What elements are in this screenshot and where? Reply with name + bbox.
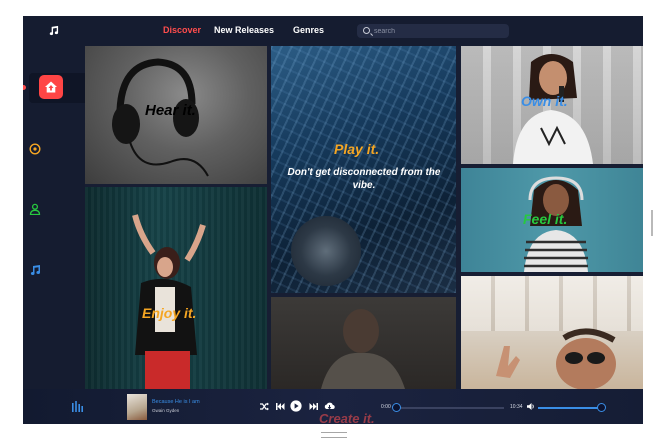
nav-genres[interactable]: Genres <box>293 25 324 35</box>
album-art-thumbnail[interactable] <box>127 394 147 420</box>
tile-label: Play it. <box>334 141 380 157</box>
turntable-image <box>291 216 361 286</box>
tile-play-it[interactable]: Play it. Don't get disconnected from the… <box>271 46 456 293</box>
progress-bar[interactable] <box>396 407 504 409</box>
track-artist[interactable]: Gwain Gyden <box>152 408 179 413</box>
music-note-icon[interactable] <box>47 25 59 37</box>
home-icon <box>45 81 57 93</box>
search-box <box>357 24 509 38</box>
next-icon[interactable] <box>309 402 318 411</box>
window-frame: Discover New Releases Genres search Hear… <box>0 0 658 445</box>
user-icon[interactable] <box>29 203 41 215</box>
shuffle-icon[interactable] <box>260 402 269 411</box>
track-title[interactable]: Because He is I am <box>152 399 200 405</box>
tile-create-it[interactable] <box>271 297 456 389</box>
previous-icon[interactable] <box>276 402 285 411</box>
volume-icon[interactable] <box>527 403 535 410</box>
tile-label: Own it. <box>521 93 568 109</box>
time-total: 10:34 <box>510 404 523 410</box>
tile-subtitle: Don't get disconnected from the vibe. <box>287 167 441 191</box>
smiling-man-image <box>496 328 616 389</box>
cloud-download-icon[interactable] <box>324 401 335 411</box>
tile-label: Hear it. <box>145 102 196 119</box>
volume-fill <box>538 407 602 409</box>
tile-celebrate[interactable] <box>461 276 643 389</box>
tile-feel-it[interactable]: Feel it. <box>461 168 643 272</box>
search-input[interactable] <box>374 24 504 38</box>
resize-handle-right[interactable] <box>651 210 653 236</box>
top-bar: Discover New Releases Genres <box>23 16 643 46</box>
nav-new-releases[interactable]: New Releases <box>214 25 274 35</box>
progress-knob[interactable] <box>392 403 401 412</box>
tile-label: Feel it. <box>523 211 568 227</box>
dancing-woman-image <box>132 214 206 389</box>
disc-icon[interactable] <box>29 143 41 155</box>
music-app: Discover New Releases Genres search Hear… <box>23 16 643 424</box>
resize-handle-bottom[interactable] <box>321 432 347 438</box>
sidebar-item-home[interactable] <box>39 75 63 99</box>
tile-hear-it[interactable]: Hear it. <box>85 46 267 184</box>
time-current: 0:00 <box>381 404 391 410</box>
nav-discover[interactable]: Discover <box>163 25 201 35</box>
tile-create-label: Create it. <box>319 411 375 424</box>
volume-knob[interactable] <box>597 403 606 412</box>
musician-image <box>321 309 405 389</box>
music-note-icon[interactable] <box>29 264 41 276</box>
player-bar: Because He is I am Gwain Gyden Create it… <box>23 389 643 424</box>
play-icon[interactable] <box>290 400 302 412</box>
tile-label: Enjoy it. <box>142 305 197 321</box>
sidebar <box>23 46 85 389</box>
volume-bar[interactable] <box>538 407 602 409</box>
tile-own-it[interactable]: Own it. <box>461 46 643 164</box>
equalizer-icon[interactable] <box>72 401 83 412</box>
tile-enjoy-it[interactable]: Enjoy it. <box>85 187 267 389</box>
search-icon <box>363 27 370 34</box>
